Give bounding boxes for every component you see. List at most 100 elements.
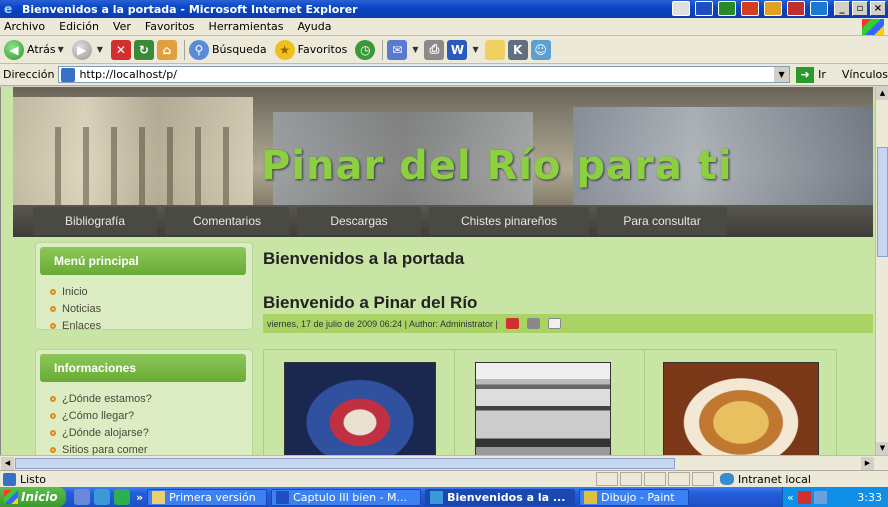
- menu-link-noticias[interactable]: Noticias: [50, 300, 252, 317]
- network-icon[interactable]: [813, 490, 827, 504]
- nav-tab-bibliografia[interactable]: Bibliografía: [33, 207, 157, 235]
- folder-icon[interactable]: [484, 39, 505, 60]
- media-icon[interactable]: [74, 489, 90, 505]
- scroll-right-icon[interactable]: ▶: [861, 457, 874, 470]
- scroll-thumb[interactable]: [877, 147, 888, 257]
- task-primera-version[interactable]: Primera versión: [147, 488, 268, 506]
- page-viewport[interactable]: Pinar del Río para ti Bibliografía Comen…: [0, 87, 875, 455]
- clock: 3:33: [857, 490, 882, 504]
- history-icon[interactable]: ◷: [355, 39, 376, 60]
- mail-icon[interactable]: ✉: [387, 39, 408, 60]
- info-link-label[interactable]: ¿Cómo llegar?: [62, 410, 134, 422]
- links-button[interactable]: Vínculos: [842, 68, 888, 81]
- scroll-up-icon[interactable]: ▲: [876, 87, 888, 100]
- scroll-down-icon[interactable]: ▼: [876, 442, 888, 455]
- back-button[interactable]: ◀ Atrás ▼: [4, 39, 64, 60]
- info-link-label[interactable]: ¿Dónde alojarse?: [62, 427, 149, 439]
- menu-herramientas[interactable]: Herramientas: [209, 20, 284, 33]
- people-icon[interactable]: ☺: [530, 39, 551, 60]
- task-paint[interactable]: Dibujo - Paint: [579, 488, 690, 506]
- windows-logo-icon: [4, 490, 18, 504]
- gallery-image-food[interactable]: [663, 362, 820, 455]
- app-icon[interactable]: [672, 1, 690, 16]
- antivirus-icon[interactable]: [797, 490, 811, 504]
- menu-link-enlaces[interactable]: Enlaces: [50, 317, 252, 334]
- forward-button[interactable]: ▶ ▼: [71, 39, 103, 60]
- chevron-down-icon[interactable]: ▼: [58, 45, 64, 54]
- go-label: Ir: [818, 68, 826, 81]
- favorites-label: Favoritos: [297, 43, 348, 56]
- chevron-down-icon[interactable]: ▼: [472, 45, 478, 54]
- menu-ayuda[interactable]: Ayuda: [297, 20, 331, 33]
- paint-icon: [584, 490, 598, 504]
- status-cells: [596, 472, 714, 486]
- article-title[interactable]: Bienvenido a Pinar del Río: [263, 293, 477, 313]
- info-link-label[interactable]: ¿Dónde estamos?: [62, 393, 152, 405]
- horizontal-scrollbar[interactable]: ◀ ▶: [0, 455, 888, 470]
- windows-logo-icon: [862, 19, 884, 35]
- close-button[interactable]: ×: [870, 1, 886, 16]
- nav-tab-chistes[interactable]: Chistes pinareños: [429, 207, 589, 235]
- info-link-como[interactable]: ¿Cómo llegar?: [50, 407, 252, 424]
- stop-icon[interactable]: ✕: [110, 39, 131, 60]
- email-icon[interactable]: [547, 318, 561, 329]
- word-icon[interactable]: [695, 1, 713, 16]
- outlook-icon[interactable]: [810, 1, 828, 16]
- gallery-image-building[interactable]: [474, 362, 611, 455]
- start-button[interactable]: Inicio: [0, 487, 66, 507]
- address-input[interactable]: http://localhost/p/ ▼: [58, 66, 791, 83]
- gallery-image-painting[interactable]: [284, 362, 436, 455]
- print-icon[interactable]: [526, 318, 540, 329]
- app-icon[interactable]: [114, 489, 130, 505]
- info-link-alojarse[interactable]: ¿Dónde alojarse?: [50, 424, 252, 441]
- go-button[interactable]: ➜ Ir: [796, 66, 826, 83]
- publisher-icon[interactable]: [787, 1, 805, 16]
- menu-link-label[interactable]: Inicio: [62, 286, 88, 298]
- chevron-down-icon[interactable]: ▼: [97, 45, 103, 54]
- powerpoint-icon[interactable]: [741, 1, 759, 16]
- menu-ver[interactable]: Ver: [113, 20, 131, 33]
- info-link-label[interactable]: Sitios para comer: [62, 444, 148, 456]
- home-icon[interactable]: ⌂: [156, 39, 177, 60]
- main-menu-heading: Menú principal: [40, 247, 246, 275]
- ie-icon[interactable]: [94, 489, 110, 505]
- minimize-button[interactable]: _: [834, 1, 850, 16]
- maximize-button[interactable]: ▫: [852, 1, 868, 16]
- search-button[interactable]: ⚲ Búsqueda: [188, 39, 267, 60]
- image-gallery: [263, 349, 837, 455]
- print-icon[interactable]: ⎙: [424, 39, 445, 60]
- nav-tab-descargas[interactable]: Descargas: [297, 207, 421, 235]
- menu-link-inicio[interactable]: Inicio: [50, 283, 252, 300]
- nav-tab-comentarios[interactable]: Comentarios: [165, 207, 289, 235]
- address-url[interactable]: http://localhost/p/: [79, 68, 176, 81]
- bullet-icon: [50, 288, 56, 295]
- menu-archivo[interactable]: Archivo: [4, 20, 45, 33]
- task-internet-explorer[interactable]: Bienvenidos a la ...: [425, 488, 576, 506]
- pdf-icon[interactable]: [505, 318, 519, 329]
- quick-launch: [74, 489, 130, 505]
- vertical-scrollbar[interactable]: ▲ ▼: [875, 87, 888, 455]
- chevron-down-icon[interactable]: ▼: [412, 45, 418, 54]
- scroll-left-icon[interactable]: ◀: [1, 457, 14, 470]
- bullet-icon: [50, 429, 56, 436]
- edit-icon[interactable]: W: [447, 39, 468, 60]
- messenger-icon[interactable]: K: [507, 39, 528, 60]
- info-link-comer[interactable]: Sitios para comer: [50, 441, 252, 455]
- info-heading: Informaciones: [40, 354, 246, 382]
- menu-link-label[interactable]: Enlaces: [62, 320, 101, 332]
- refresh-icon[interactable]: ↻: [133, 39, 154, 60]
- menu-link-label[interactable]: Noticias: [62, 303, 101, 315]
- info-link-donde[interactable]: ¿Dónde estamos?: [50, 390, 252, 407]
- favorites-button[interactable]: ★ Favoritos: [274, 39, 348, 60]
- chevron-left-icon[interactable]: «: [787, 491, 794, 504]
- chevron-down-icon[interactable]: ▼: [774, 67, 790, 82]
- chevron-right-icon[interactable]: »: [136, 491, 143, 504]
- scroll-thumb[interactable]: [15, 458, 675, 469]
- menu-favoritos[interactable]: Favoritos: [145, 20, 195, 33]
- access-icon[interactable]: [764, 1, 782, 16]
- menu-edicion[interactable]: Edición: [59, 20, 99, 33]
- nav-tab-consultar[interactable]: Para consultar: [597, 207, 727, 235]
- excel-icon[interactable]: [718, 1, 736, 16]
- task-word-document[interactable]: Captulo III bien - M...: [271, 488, 422, 506]
- folder-icon: [152, 490, 166, 504]
